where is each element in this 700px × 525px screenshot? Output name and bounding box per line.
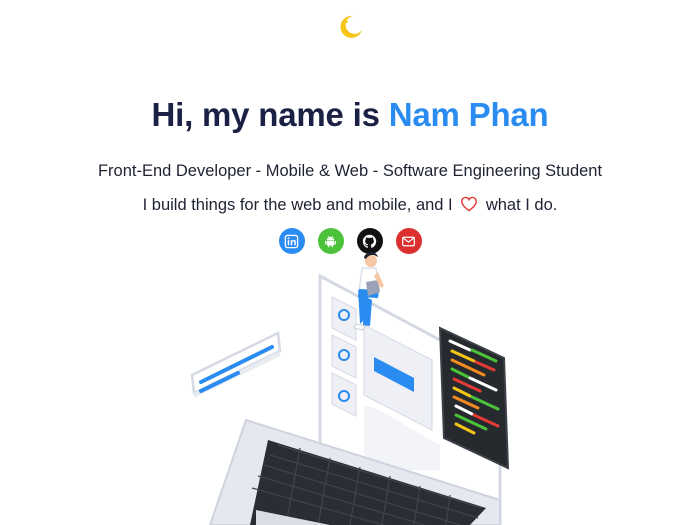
- tagline-before: I build things for the web and mobile, a…: [142, 196, 458, 214]
- moon-star-icon: [340, 15, 362, 38]
- tagline: I build things for the web and mobile, a…: [0, 196, 700, 215]
- theme-toggle[interactable]: [336, 12, 364, 40]
- subtitle: Front-End Developer - Mobile & Web - Sof…: [97, 162, 603, 180]
- developer-laptop-illustration: [190, 252, 510, 525]
- greeting-text: Hi, my name is: [151, 96, 389, 133]
- hero-title: Hi, my name is Nam Phan: [0, 96, 700, 134]
- mail-icon: [402, 236, 415, 246]
- heart-icon: [461, 196, 478, 212]
- screen-sidebar: [331, 296, 357, 417]
- android-icon: [325, 235, 336, 247]
- linkedin-icon: [284, 234, 299, 248]
- tagline-after: what I do.: [481, 196, 558, 214]
- github-icon: [362, 234, 377, 248]
- name-text: Nam Phan: [388, 96, 549, 133]
- chat-bubble: [190, 331, 282, 398]
